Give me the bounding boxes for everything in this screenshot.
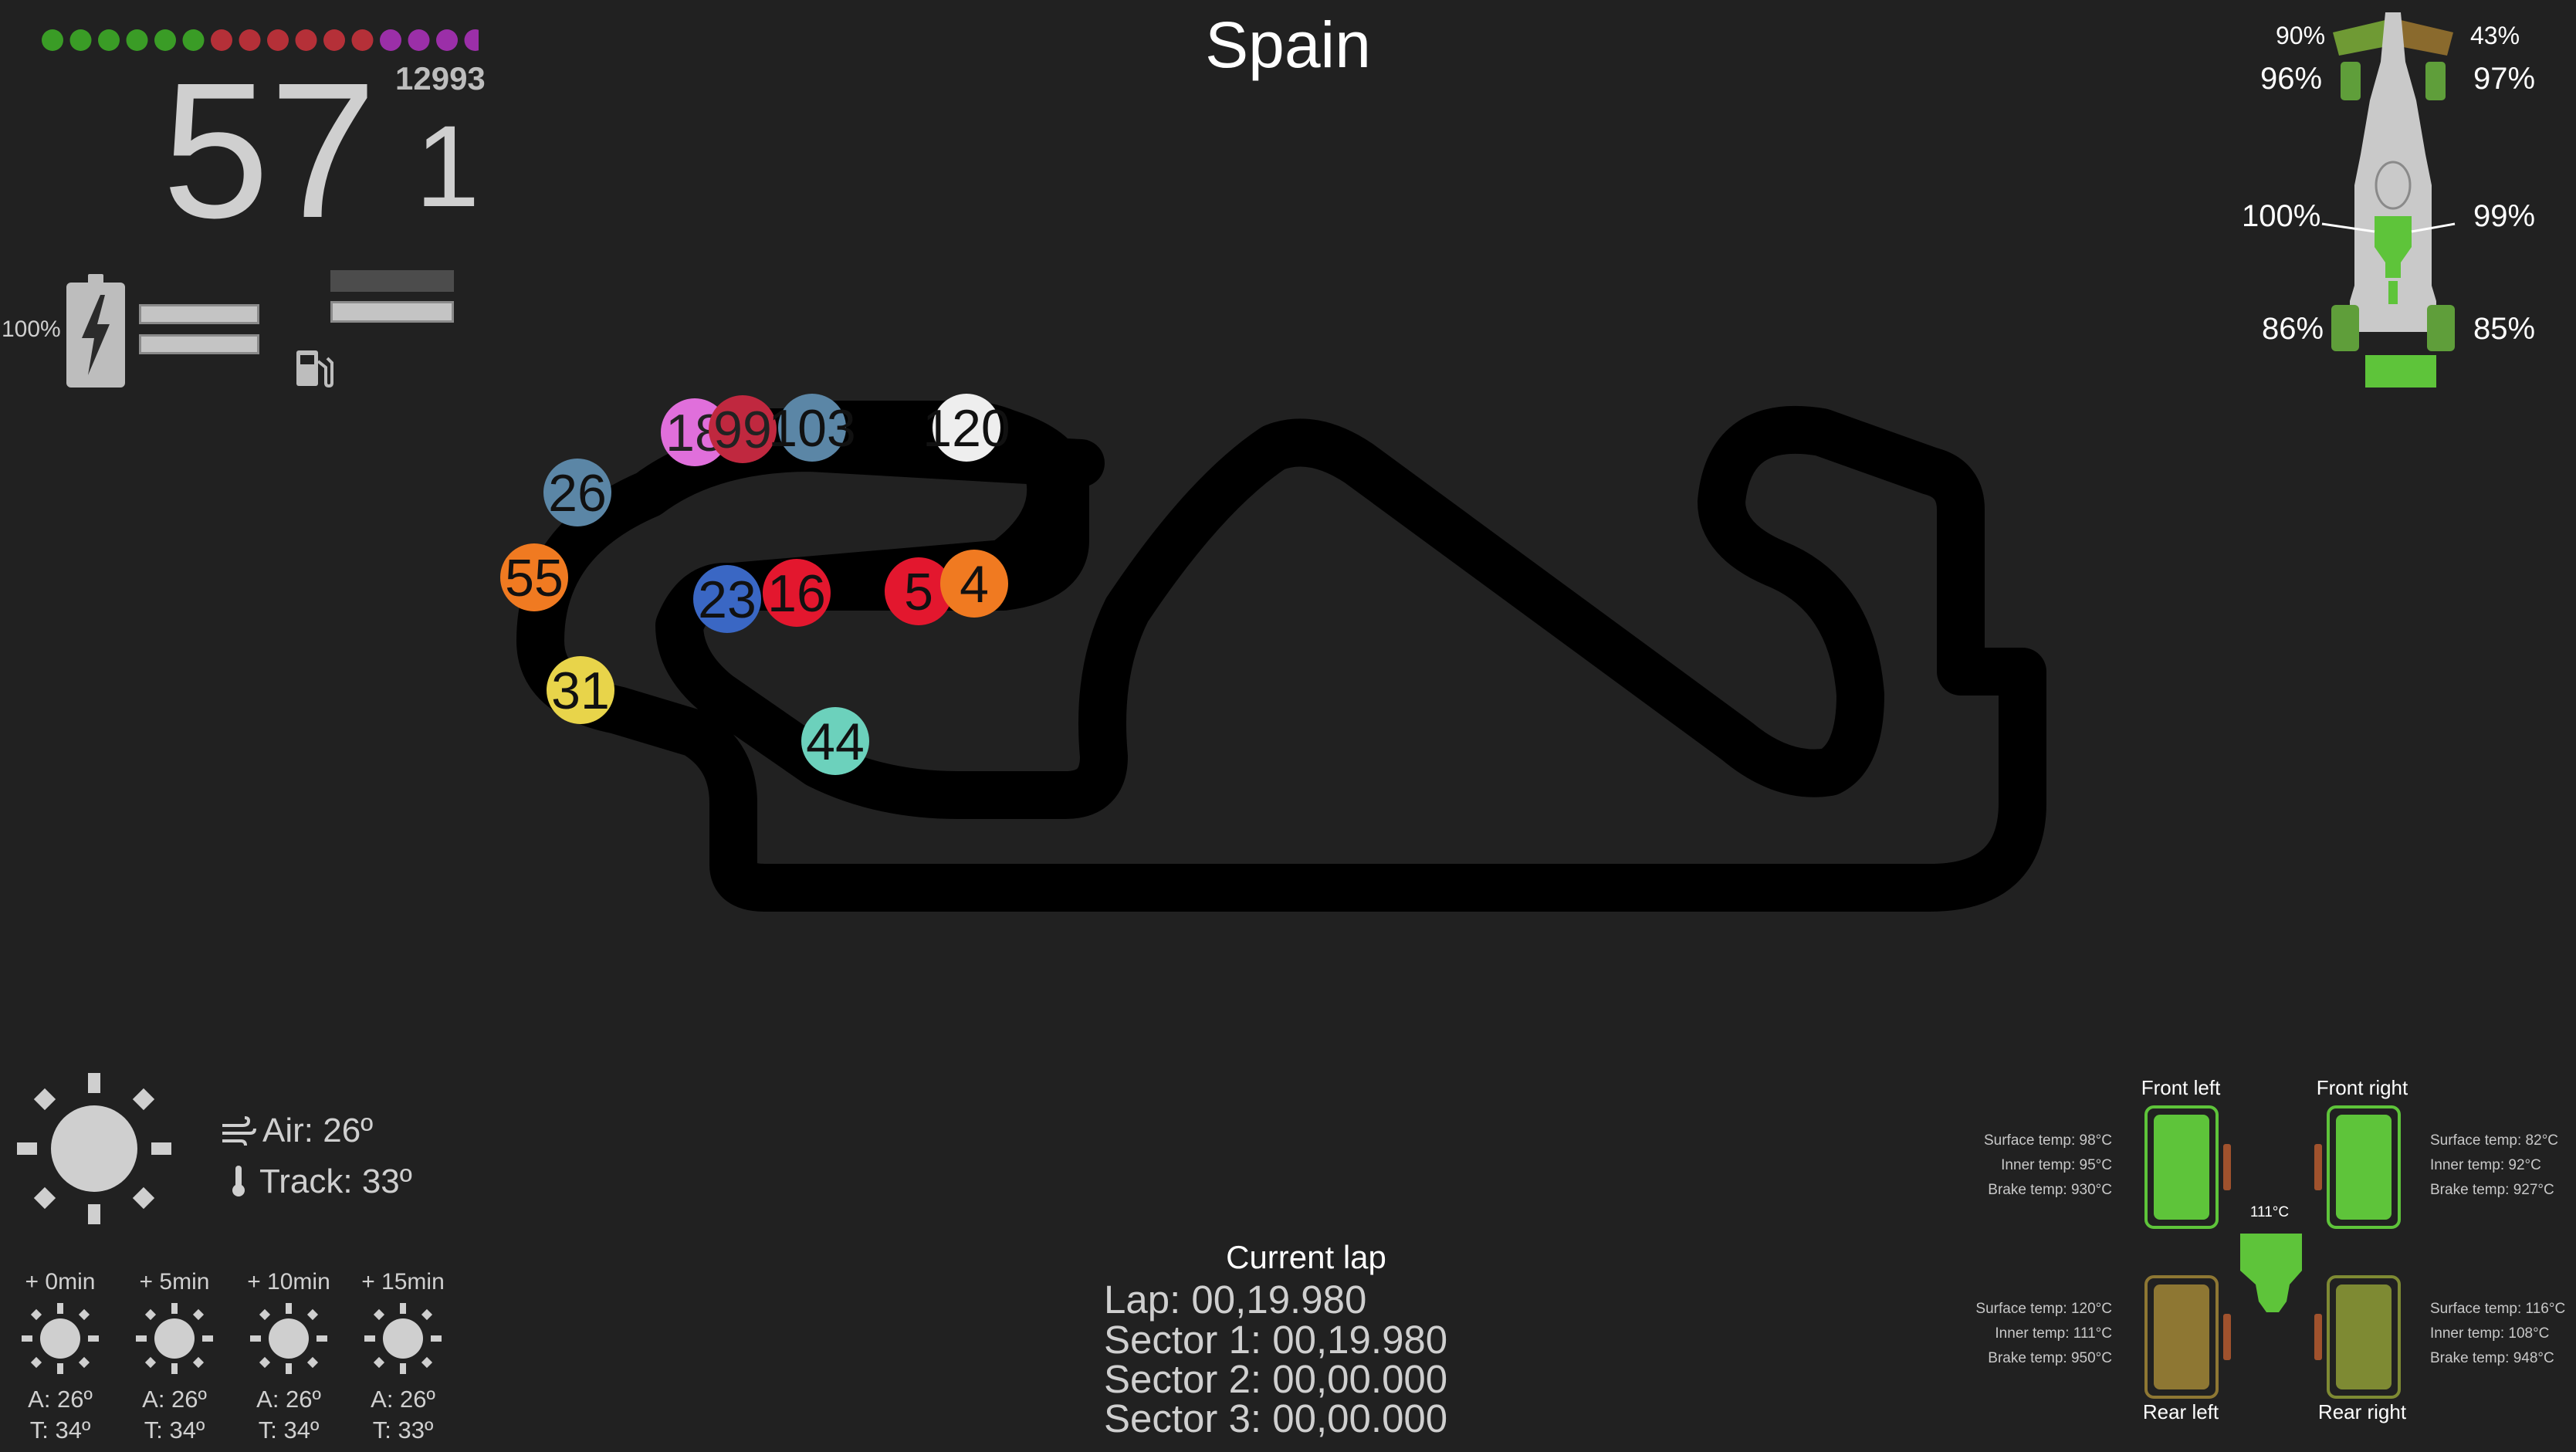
- sun-icon: [364, 1303, 442, 1374]
- track-outline: [679, 432, 2023, 880]
- forecast-item: + 0min A: 26º T: 34º: [6, 1269, 114, 1446]
- sun-icon: [250, 1303, 327, 1374]
- driver-number: 26: [548, 464, 607, 523]
- driver-marker[interactable]: 4: [940, 550, 1008, 618]
- front-right-brake-temp: Brake temp: 927°C: [2430, 1182, 2554, 1198]
- air-temperature: Air: 26º: [262, 1112, 374, 1149]
- driver-number: 4: [960, 555, 989, 614]
- forecast-track: T: 34º: [29, 1416, 91, 1444]
- front-left-brake-temp: Brake temp: 930°C: [1988, 1182, 2112, 1198]
- front-right-surface-temp: Surface temp: 82°C: [2430, 1132, 2559, 1149]
- engine-temperature: 111°C: [2249, 1204, 2290, 1220]
- forecast-track: T: 33º: [372, 1416, 434, 1444]
- driver-number: 5: [904, 563, 933, 621]
- rear-right-label: Rear right: [2317, 1400, 2407, 1423]
- sun-icon: [22, 1303, 99, 1374]
- current-lap-title: Current lap: [1226, 1239, 1386, 1275]
- driver-number: 31: [551, 662, 610, 720]
- brake-rear-left: [2223, 1314, 2231, 1360]
- front-left-label: Front left: [2141, 1076, 2221, 1099]
- driver-number: 120: [922, 399, 1010, 458]
- sun-icon: [136, 1303, 213, 1374]
- forecast-air: A: 26º: [142, 1386, 207, 1413]
- driver-number: 44: [806, 712, 865, 771]
- forecast-air: A: 26º: [256, 1386, 321, 1413]
- sun-icon: [17, 1073, 171, 1224]
- driver-marker[interactable]: 44: [801, 707, 869, 775]
- forecast-item: + 10min A: 26º T: 34º: [235, 1269, 343, 1446]
- front-right-label: Front right: [2316, 1076, 2408, 1099]
- brake-rear-right: [2314, 1314, 2322, 1360]
- forecast-time: + 5min: [139, 1269, 210, 1295]
- driver-marker[interactable]: 99: [709, 395, 777, 463]
- lap-time: Lap: 00,19.980: [1104, 1278, 1367, 1322]
- rear-left-surface-temp: Surface temp: 120°C: [1975, 1301, 2112, 1317]
- forecast-time: + 0min: [25, 1269, 96, 1295]
- driver-number: 55: [505, 549, 564, 608]
- rear-left-inner-temp: Inner temp: 111°C: [1995, 1325, 2112, 1342]
- sector-3-time: Sector 3: 00,00.000: [1104, 1396, 1448, 1440]
- track-temperature: Track: 33º: [259, 1163, 412, 1200]
- sector-1-time: Sector 1: 00,19.980: [1104, 1318, 1448, 1362]
- driver-number: 16: [767, 564, 826, 623]
- forecast-time: + 15min: [361, 1269, 445, 1295]
- rear-right-surface-temp: Surface temp: 116°C: [2430, 1301, 2566, 1317]
- forecast-track: T: 34º: [144, 1416, 205, 1444]
- front-left-surface-temp: Surface temp: 98°C: [1983, 1132, 2112, 1149]
- brake-front-left: [2223, 1144, 2231, 1190]
- wind-icon: [222, 1116, 256, 1146]
- front-right-inner-temp: Inner temp: 92°C: [2430, 1157, 2541, 1173]
- rear-right-inner-temp: Inner temp: 108°C: [2430, 1325, 2550, 1342]
- front-right-temps: Surface temp: 82°C Inner temp: 92°C Brak…: [2430, 1129, 2558, 1203]
- sector-2-time: Sector 2: 00,00.000: [1104, 1357, 1448, 1401]
- driver-marker[interactable]: 16: [763, 559, 831, 627]
- forecast-item: + 5min A: 26º T: 34º: [120, 1269, 228, 1446]
- forecast-time: + 10min: [247, 1269, 330, 1295]
- driver-marker[interactable]: 55: [500, 543, 568, 611]
- driver-marker[interactable]: 120: [922, 394, 1010, 462]
- tyre-status-diagram: [2144, 1105, 2401, 1399]
- driver-marker[interactable]: 31: [547, 656, 614, 724]
- rear-left-label: Rear left: [2142, 1400, 2219, 1423]
- rear-left-brake-temp: Brake temp: 950°C: [1988, 1350, 2112, 1366]
- brake-front-right: [2314, 1144, 2322, 1190]
- driver-number: 23: [698, 570, 757, 629]
- front-left-inner-temp: Inner temp: 95°C: [2001, 1157, 2112, 1173]
- driver-number: 103: [768, 399, 855, 458]
- driver-marker[interactable]: 103: [768, 394, 856, 462]
- thermometer-icon: [232, 1166, 245, 1196]
- forecast-air: A: 26º: [371, 1386, 435, 1413]
- rear-right-brake-temp: Brake temp: 948°C: [2430, 1350, 2554, 1366]
- forecast-air: A: 26º: [28, 1386, 93, 1413]
- driver-marker[interactable]: 23: [693, 565, 761, 633]
- engine: [2240, 1234, 2302, 1312]
- forecast-item: + 15min A: 26º T: 33º: [349, 1269, 457, 1446]
- forecast-track: T: 34º: [258, 1416, 320, 1444]
- driver-number: 99: [713, 401, 772, 459]
- front-left-temps: Surface temp: 98°C Inner temp: 95°C Brak…: [1927, 1129, 2112, 1203]
- track-map: 1899103 12026553123 16 5 444: [500, 394, 2046, 912]
- driver-marker[interactable]: 26: [543, 459, 611, 526]
- rear-right-temps: Surface temp: 116°C Inner temp: 108°C Br…: [2430, 1297, 2565, 1371]
- rear-left-temps: Surface temp: 120°C Inner temp: 111°C Br…: [1927, 1297, 2112, 1371]
